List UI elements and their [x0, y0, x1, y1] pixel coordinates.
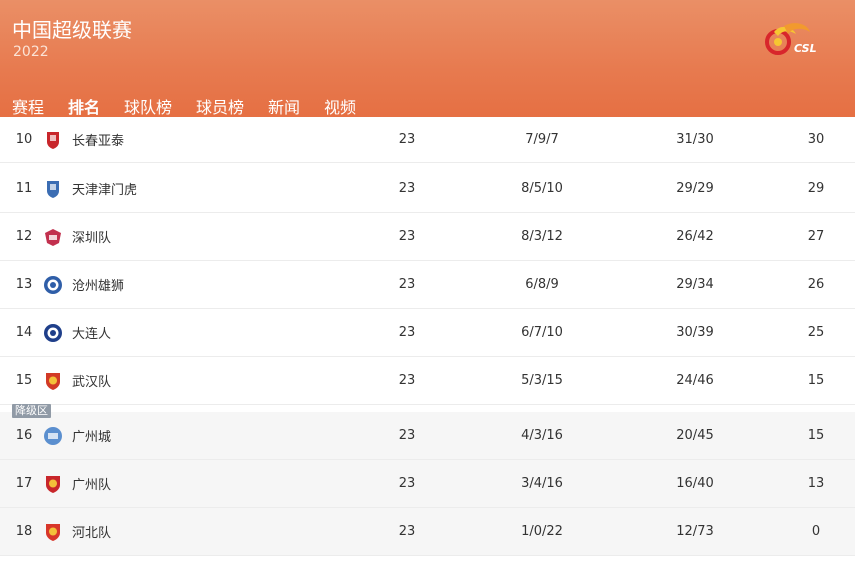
table-row[interactable]: 17 广州队 23 3/4/16 16/40 13 [0, 460, 855, 508]
played-cell: 23 [398, 373, 416, 388]
team-name[interactable]: 广州队 [72, 460, 111, 507]
csl-logo-text: CSL [794, 42, 817, 55]
table-row[interactable]: 14 大连人 23 6/7/10 30/39 25 [0, 309, 855, 357]
team-name[interactable]: 沧州雄狮 [72, 261, 124, 308]
goals-cell: 24/46 [676, 373, 714, 388]
rank-cell: 13 [15, 277, 33, 292]
played-cell: 23 [398, 229, 416, 244]
team-badge-icon [42, 309, 64, 356]
win-draw-loss-cell: 8/5/10 [521, 181, 563, 196]
team-name[interactable]: 长春亚泰 [72, 117, 124, 162]
table-row[interactable]: 13 沧州雄狮 23 6/8/9 29/34 26 [0, 261, 855, 309]
goals-cell: 26/42 [676, 229, 714, 244]
played-cell: 23 [398, 476, 416, 491]
team-name[interactable]: 广州城 [72, 412, 111, 459]
team-badge-icon [42, 508, 64, 555]
rank-cell: 16 [15, 428, 33, 443]
table-row[interactable]: 18 河北队 23 1/0/22 12/73 0 [0, 508, 855, 556]
goals-cell: 31/30 [676, 132, 714, 147]
team-name[interactable]: 河北队 [72, 508, 111, 555]
team-name[interactable]: 深圳队 [72, 213, 111, 260]
win-draw-loss-cell: 6/8/9 [525, 277, 559, 292]
win-draw-loss-cell: 7/9/7 [525, 132, 559, 147]
csl-logo: CSL [764, 22, 830, 60]
team-badge-icon [42, 460, 64, 507]
team-badge-icon [42, 165, 64, 212]
points-cell: 0 [811, 524, 821, 539]
win-draw-loss-cell: 3/4/16 [521, 476, 563, 491]
rank-cell: 17 [15, 476, 33, 491]
table-row[interactable]: 16 广州城 23 4/3/16 20/45 15 [0, 412, 855, 460]
win-draw-loss-cell: 4/3/16 [521, 428, 563, 443]
played-cell: 23 [398, 277, 416, 292]
team-badge-icon [42, 412, 64, 459]
points-cell: 15 [807, 428, 825, 443]
goals-cell: 20/45 [676, 428, 714, 443]
table-row[interactable]: 15 武汉队 23 5/3/15 24/46 15 [0, 357, 855, 405]
goals-cell: 12/73 [676, 524, 714, 539]
goals-cell: 29/34 [676, 277, 714, 292]
tab-video[interactable]: 视频 [324, 94, 356, 118]
win-draw-loss-cell: 8/3/12 [521, 229, 563, 244]
rank-cell: 12 [15, 229, 33, 244]
goals-cell: 29/29 [676, 181, 714, 196]
goals-cell: 30/39 [676, 325, 714, 340]
rank-cell: 14 [15, 325, 33, 340]
team-badge-icon [42, 117, 64, 162]
league-title: 中国超级联赛 [12, 18, 132, 42]
team-name[interactable]: 天津津门虎 [72, 165, 137, 212]
points-cell: 29 [807, 181, 825, 196]
win-draw-loss-cell: 5/3/15 [521, 373, 563, 388]
played-cell: 23 [398, 325, 416, 340]
team-badge-icon [42, 213, 64, 260]
goals-cell: 16/40 [676, 476, 714, 491]
played-cell: 23 [398, 132, 416, 147]
tab-schedule[interactable]: 赛程 [12, 94, 44, 118]
tab-ranking[interactable]: 排名 [68, 94, 100, 118]
played-cell: 23 [398, 524, 416, 539]
points-cell: 25 [807, 325, 825, 340]
tab-team-rank[interactable]: 球队榜 [124, 94, 172, 118]
points-cell: 30 [807, 132, 825, 147]
points-cell: 26 [807, 277, 825, 292]
header: 中国超级联赛 2022 CSL 赛程 排名 球队榜 球员榜 新闻 视频 [0, 0, 855, 128]
team-name[interactable]: 武汉队 [72, 357, 111, 404]
rank-cell: 11 [15, 181, 33, 196]
win-draw-loss-cell: 6/7/10 [521, 325, 563, 340]
played-cell: 23 [398, 181, 416, 196]
points-cell: 13 [807, 476, 825, 491]
team-name[interactable]: 大连人 [72, 309, 111, 356]
tab-player-rank[interactable]: 球员榜 [196, 94, 244, 118]
win-draw-loss-cell: 1/0/22 [521, 524, 563, 539]
points-cell: 27 [807, 229, 825, 244]
table-row[interactable]: 12 深圳队 23 8/3/12 26/42 27 [0, 213, 855, 261]
season-label: 2022 [13, 44, 49, 60]
relegation-zone-label: 降级区 [12, 404, 51, 418]
table-row[interactable]: 11 天津津门虎 23 8/5/10 29/29 29 [0, 165, 855, 213]
rank-cell: 15 [15, 373, 33, 388]
points-cell: 15 [807, 373, 825, 388]
table-row[interactable]: 10 长春亚泰 23 7/9/7 31/30 30 [0, 117, 855, 163]
tab-news[interactable]: 新闻 [268, 94, 300, 118]
rank-cell: 10 [15, 132, 33, 147]
rank-cell: 18 [15, 524, 33, 539]
team-badge-icon [42, 261, 64, 308]
team-badge-icon [42, 357, 64, 404]
played-cell: 23 [398, 428, 416, 443]
